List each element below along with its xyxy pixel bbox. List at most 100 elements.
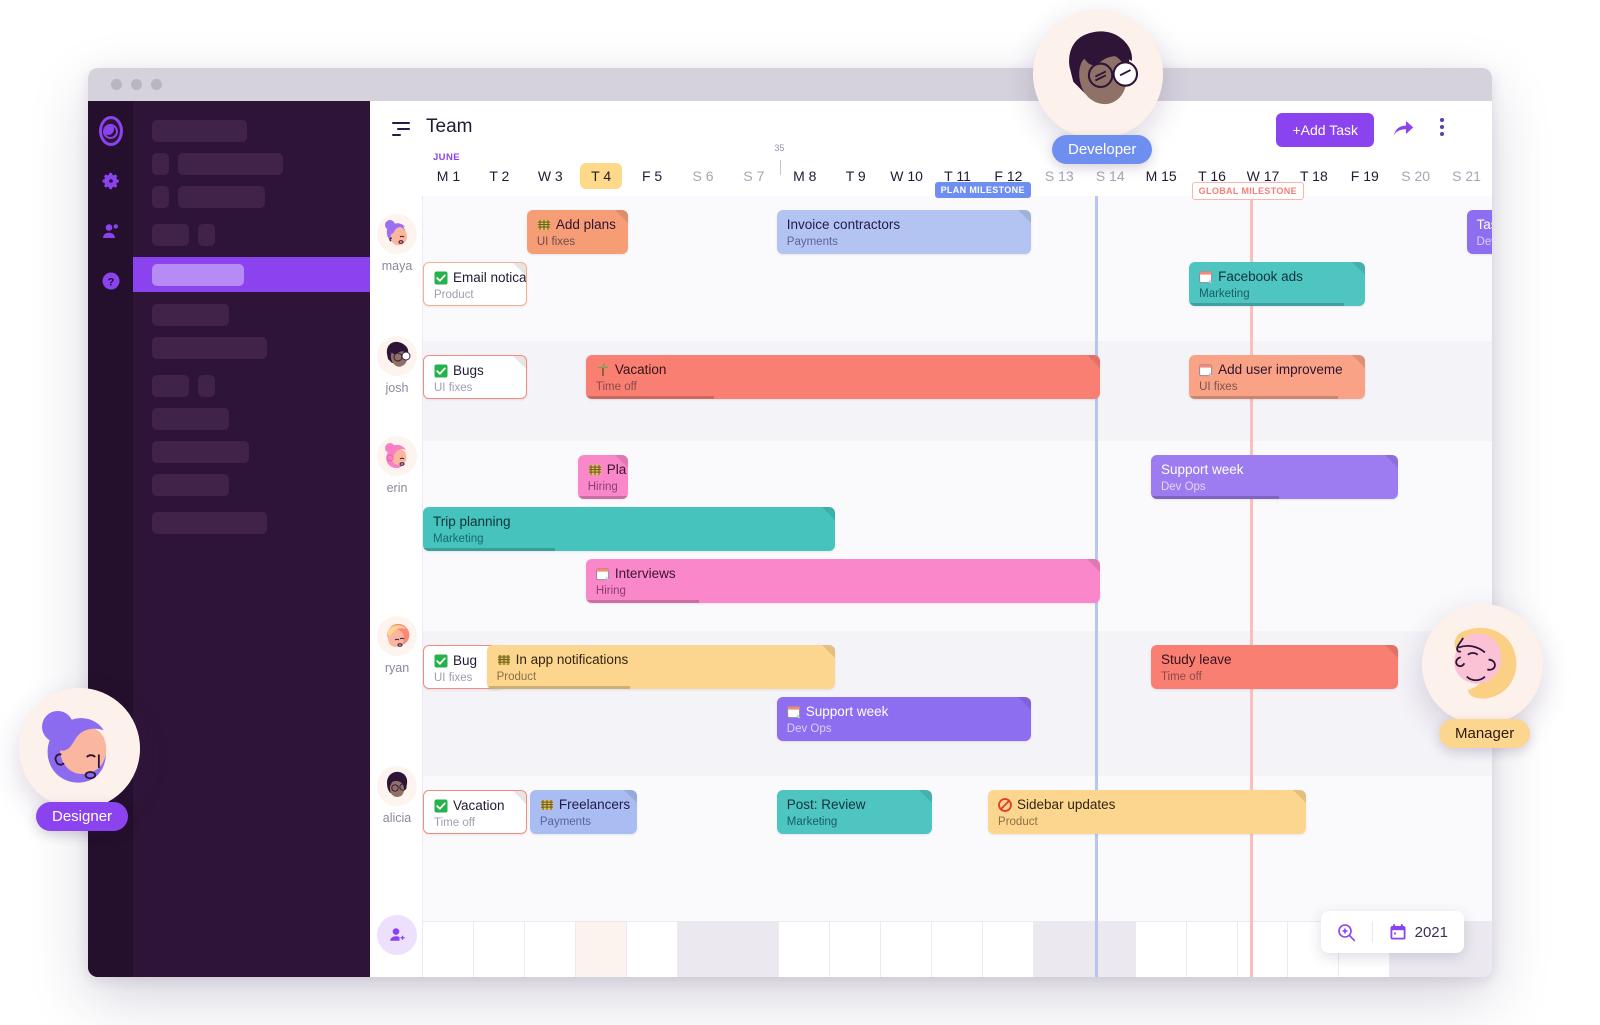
avatar <box>377 214 417 254</box>
resize-handle[interactable] <box>623 790 637 803</box>
kebab-menu-icon[interactable] <box>1440 118 1444 139</box>
resize-handle[interactable] <box>822 507 836 520</box>
check-icon <box>434 271 448 285</box>
resize-handle[interactable] <box>1018 697 1032 710</box>
person-row-alicia[interactable]: alicia <box>373 766 421 825</box>
task-title-row: Invoice contractors <box>787 217 1022 233</box>
milestone-global[interactable]: GLOBAL MILESTONE <box>1191 182 1304 200</box>
day-header-f-19[interactable]: F 19 <box>1339 156 1390 196</box>
person-row-maya[interactable]: maya <box>373 214 421 273</box>
resize-handle[interactable] <box>513 263 527 276</box>
maximize-icon[interactable] <box>151 79 162 90</box>
person-row-josh[interactable]: josh <box>373 336 421 395</box>
sidebar-item-skeleton[interactable] <box>133 512 370 534</box>
task-title: Study leave <box>1160 652 1232 667</box>
day-header-m-1[interactable]: M 1 <box>423 156 474 196</box>
resize-handle[interactable] <box>1351 355 1365 368</box>
share-arrow-icon[interactable] <box>1393 119 1414 142</box>
milestone-plan[interactable]: PLAN MILESTONE <box>934 182 1031 198</box>
zoom-in-icon[interactable] <box>1321 921 1373 943</box>
day-header-m-8[interactable]: M 8 35 <box>774 143 830 196</box>
sidebar-item-skeleton[interactable] <box>133 408 370 430</box>
task-subtitle: Hiring <box>595 585 626 597</box>
sidebar-item-skeleton[interactable] <box>133 120 370 142</box>
sidebar-item-skeleton[interactable] <box>133 224 370 246</box>
task-bar[interactable]: Task n Dev Op <box>1466 210 1492 254</box>
day-header-s-20[interactable]: S 20 <box>1390 156 1441 196</box>
day-header-t-9[interactable]: T 9 <box>830 156 881 196</box>
sidebar-item-skeleton[interactable] <box>133 153 370 175</box>
floating-role-manager[interactable]: Manager <box>1422 604 1543 748</box>
resize-handle[interactable] <box>513 356 527 369</box>
task-bar[interactable]: Vacation Time off <box>585 355 1101 399</box>
sidebar-item-selected[interactable] <box>133 257 370 292</box>
resize-handle[interactable] <box>1293 790 1307 803</box>
progress-bar <box>486 686 630 689</box>
resize-handle[interactable] <box>1384 645 1398 658</box>
resize-handle[interactable] <box>1018 210 1032 223</box>
task-bar[interactable]: Freelancers Payments <box>529 790 637 834</box>
task-bar[interactable]: Vacation Time off <box>423 790 528 834</box>
sidebar-item-skeleton[interactable] <box>133 186 370 208</box>
task-title-row: Add user improveme <box>1199 362 1355 378</box>
sidebar-item-skeleton[interactable] <box>133 337 370 359</box>
resize-handle[interactable] <box>513 791 527 804</box>
floating-role-developer[interactable]: Developer <box>1033 9 1163 164</box>
resize-handle[interactable] <box>1087 559 1101 572</box>
resize-handle[interactable] <box>1384 455 1398 468</box>
zoom-control[interactable]: 2021 <box>1320 911 1464 953</box>
task-bar[interactable]: Post: Review Marketing <box>776 790 933 834</box>
task-bar[interactable]: Email notica Product <box>423 262 528 306</box>
gear-icon[interactable] <box>99 169 123 193</box>
floating-role-designer[interactable]: Designer <box>19 688 140 831</box>
sidebar-item-skeleton[interactable] <box>133 441 370 463</box>
person-row-erin[interactable]: erin <box>373 436 421 495</box>
resize-handle[interactable] <box>919 790 933 803</box>
resize-handle[interactable] <box>614 210 628 223</box>
filter-lines-icon[interactable] <box>392 122 410 140</box>
add-person-button[interactable] <box>377 915 417 955</box>
person-row-ryan[interactable]: ryan <box>373 616 421 675</box>
minimize-icon[interactable] <box>131 79 142 90</box>
year-selector[interactable]: 2021 <box>1373 923 1464 941</box>
task-bar[interactable]: Trip planning Marketing <box>423 507 836 551</box>
task-bar[interactable]: Interviews Hiring <box>585 559 1101 603</box>
resize-handle[interactable] <box>1087 355 1101 368</box>
app-logo-icon[interactable] <box>98 116 123 146</box>
task-bar[interactable]: Sidebar updates Product <box>988 790 1307 834</box>
day-header-s-21[interactable]: S 21 <box>1441 156 1492 196</box>
gantt-board[interactable]: Add plans UI fixes Email notica Product Invo… <box>423 196 1492 977</box>
day-header-t-2[interactable]: T 2 <box>474 156 525 196</box>
task-bar[interactable]: Invoice contractors Payments <box>776 210 1032 254</box>
task-bar[interactable]: In app notifications Product <box>486 645 836 689</box>
day-header-s-7[interactable]: S 7 <box>728 156 779 196</box>
people-icon[interactable] <box>99 219 123 243</box>
check-icon <box>434 271 448 285</box>
day-header-s-6[interactable]: S 6 <box>678 156 729 196</box>
check-icon <box>434 654 448 668</box>
window-controls[interactable] <box>111 79 162 90</box>
task-bar[interactable]: Bugs UI fixes <box>423 355 528 399</box>
resize-handle[interactable] <box>822 645 836 658</box>
day-header-f-5[interactable]: F 5 <box>627 156 678 196</box>
task-title: Invoice contractors <box>786 217 901 232</box>
sidebar-item-skeleton[interactable] <box>133 304 370 326</box>
sidebar-item-skeleton[interactable] <box>133 375 370 397</box>
resize-handle[interactable] <box>614 455 628 468</box>
close-icon[interactable] <box>111 79 122 90</box>
task-bar[interactable]: Facebook ads Marketing <box>1189 262 1365 306</box>
task-bar[interactable]: Study leave Time off <box>1150 645 1398 689</box>
sidebar-item-skeleton[interactable] <box>133 474 370 496</box>
help-icon[interactable]: ? <box>99 269 123 293</box>
add-task-button[interactable]: +Add Task <box>1276 113 1374 147</box>
day-header-t-4[interactable]: T 4 <box>576 156 627 196</box>
task-bar[interactable]: Support week Dev Ops <box>1150 455 1398 499</box>
task-bar[interactable]: Add user improveme UI fixes <box>1189 355 1365 399</box>
day-header-w-3[interactable]: W 3 <box>525 156 576 196</box>
task-bar[interactable]: Pla Hiring <box>577 455 628 499</box>
resize-handle[interactable] <box>1351 262 1365 275</box>
day-header-w-10[interactable]: W 10 <box>881 156 932 196</box>
task-bar[interactable]: Add plans UI fixes <box>526 210 628 254</box>
task-bar[interactable]: Support week Dev Ops <box>776 697 1032 741</box>
task-title-row: Study leave <box>1161 652 1388 668</box>
